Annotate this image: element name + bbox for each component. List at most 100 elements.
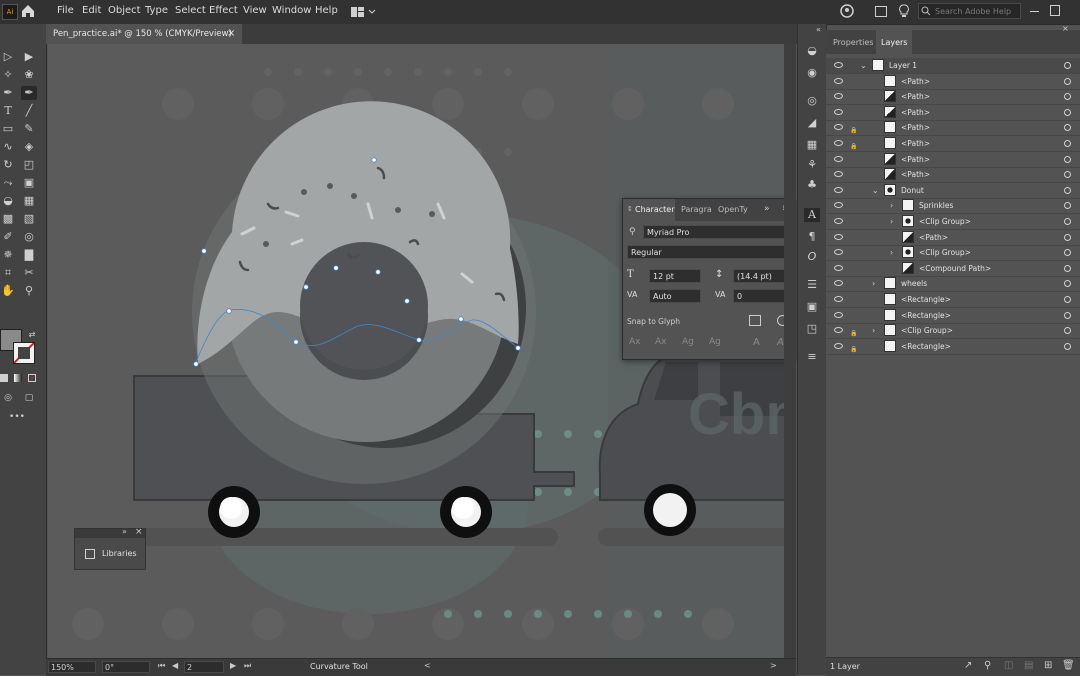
- delete-layer-icon[interactable]: 🗑: [1062, 660, 1075, 671]
- target-circle-icon[interactable]: [1064, 342, 1071, 350]
- menu-file[interactable]: File: [57, 5, 74, 16]
- visibility-eye-icon[interactable]: [834, 93, 843, 100]
- target-circle-icon[interactable]: [1064, 218, 1071, 225]
- anchor-point-icon[interactable]: A: [777, 337, 784, 348]
- visibility-eye-icon[interactable]: [834, 311, 843, 318]
- close-panel-icon[interactable]: ×: [135, 527, 143, 537]
- xheight-snap-icon[interactable]: Ax: [655, 337, 666, 347]
- document-tab[interactable]: Pen_practice.ai* @ 150 % (CMYK/Preview) …: [46, 24, 243, 44]
- visibility-eye-icon[interactable]: [834, 202, 843, 209]
- swatches-panel-icon[interactable]: ▦: [804, 138, 820, 152]
- workspace-icon[interactable]: [875, 6, 887, 17]
- libraries-panel[interactable]: » × Libraries: [74, 527, 146, 570]
- visibility-eye-icon[interactable]: [834, 124, 843, 131]
- screen-mode-icon[interactable]: ▢: [21, 391, 37, 405]
- rotate-tool-icon[interactable]: ↻: [0, 158, 16, 172]
- rotation-field[interactable]: 0°: [102, 661, 150, 673]
- symbol-sprayer-icon[interactable]: ✵: [0, 248, 16, 262]
- none-mode-icon[interactable]: [28, 374, 36, 382]
- tab-character[interactable]: Character: [635, 205, 675, 214]
- zoom-field[interactable]: 150%: [48, 661, 96, 673]
- graphic-styles-icon[interactable]: ◢: [804, 116, 820, 130]
- layer-row[interactable]: <Path>: [826, 105, 1080, 121]
- scale-tool-icon[interactable]: ◰: [21, 158, 37, 172]
- lock-icon[interactable]: 🔒: [850, 326, 857, 337]
- paragraph-panel-icon[interactable]: ¶: [804, 230, 820, 244]
- free-transform-icon[interactable]: ▣: [21, 176, 37, 190]
- glyph-bounds-snap-icon[interactable]: Ag: [682, 337, 694, 347]
- visibility-eye-icon[interactable]: [834, 155, 843, 162]
- character-panel-icon[interactable]: A: [804, 208, 820, 222]
- layer-row[interactable]: 🔒 <Rectangle>: [826, 339, 1080, 355]
- rectangle-tool-icon[interactable]: ▭: [0, 122, 16, 136]
- kerning-field[interactable]: Auto: [649, 289, 701, 303]
- clip-mask-icon[interactable]: ◫: [1004, 660, 1013, 671]
- selection-tool-icon[interactable]: ▷: [0, 50, 16, 64]
- color-panel-icon[interactable]: ◒: [804, 44, 820, 58]
- tab-opentype[interactable]: OpenType: [718, 205, 748, 214]
- lock-icon[interactable]: 🔒: [850, 123, 857, 134]
- target-circle-icon[interactable]: [1064, 93, 1071, 101]
- target-circle-icon[interactable]: [1064, 140, 1071, 147]
- target-circle-icon[interactable]: [1064, 249, 1071, 257]
- target-circle-icon[interactable]: [1064, 124, 1071, 132]
- hand-tool-icon[interactable]: ✋: [0, 284, 16, 298]
- minimize-icon[interactable]: [1030, 11, 1039, 12]
- user-icon[interactable]: [840, 4, 856, 20]
- pen-tool-icon[interactable]: ✒: [0, 86, 16, 100]
- artboard-tool-icon[interactable]: ⌗: [0, 266, 16, 280]
- prev-artboard-icon[interactable]: ◀: [172, 661, 178, 670]
- pathfinder-panel-icon[interactable]: ▣: [804, 300, 820, 314]
- mesh-tool-icon[interactable]: ▩: [0, 212, 16, 226]
- visibility-eye-icon[interactable]: [834, 218, 843, 224]
- close-tab-icon[interactable]: ×: [227, 28, 235, 39]
- expand-layer-icon[interactable]: ›: [872, 276, 875, 291]
- visibility-eye-icon[interactable]: [834, 280, 843, 287]
- target-circle-icon[interactable]: [1064, 202, 1071, 210]
- layer-row[interactable]: <Rectangle>: [826, 308, 1080, 324]
- target-circle-icon[interactable]: [1064, 280, 1071, 288]
- menu-select[interactable]: Select: [175, 5, 206, 16]
- lasso-icon[interactable]: ❀: [21, 68, 37, 82]
- menu-edit[interactable]: Edit: [82, 5, 101, 16]
- last-artboard-icon[interactable]: ⏭: [244, 661, 251, 671]
- layer-row[interactable]: <Rectangle>: [826, 292, 1080, 308]
- layer-row[interactable]: › <Clip Group>: [826, 245, 1080, 262]
- new-layer-icon[interactable]: ⊞: [1044, 660, 1052, 671]
- eyedropper-icon[interactable]: ✐: [0, 230, 16, 244]
- close-layers-icon[interactable]: ×: [1062, 24, 1069, 33]
- font-size-field[interactable]: 12 pt: [649, 269, 701, 283]
- menu-type[interactable]: Type: [145, 5, 168, 16]
- layers-panel-icon[interactable]: ≡: [804, 350, 820, 364]
- visibility-eye-icon[interactable]: [834, 233, 843, 240]
- target-circle-icon[interactable]: [1064, 327, 1071, 335]
- shaper-tool-icon[interactable]: ∿: [0, 140, 16, 154]
- lock-icon[interactable]: 🔒: [850, 139, 857, 150]
- tab-properties[interactable]: Properties: [833, 38, 873, 47]
- lock-icon[interactable]: 🔒: [850, 342, 857, 353]
- scroll-left-icon[interactable]: <: [424, 661, 431, 670]
- locate-object-icon[interactable]: ⚲: [984, 660, 991, 671]
- layer-row[interactable]: › Sprinkles: [826, 198, 1080, 215]
- current-tool-label[interactable]: Curvature Tool: [310, 662, 368, 671]
- target-circle-icon[interactable]: [1064, 296, 1071, 303]
- tracking-field[interactable]: 0: [733, 289, 789, 303]
- new-sublayer-icon[interactable]: ▤: [1024, 660, 1033, 671]
- paintbrush-icon[interactable]: ✎: [21, 122, 37, 136]
- appearance-panel-icon[interactable]: ◎: [804, 94, 820, 108]
- font-family-field[interactable]: Myriad Pro: [643, 225, 789, 239]
- visibility-eye-icon[interactable]: [834, 327, 843, 334]
- zoom-tool-icon[interactable]: ⚲: [21, 284, 37, 298]
- baseline-snap-icon[interactable]: Ax: [629, 337, 640, 347]
- tab-layers[interactable]: Layers: [876, 30, 912, 54]
- target-circle-icon[interactable]: [1064, 108, 1071, 116]
- color-guide-icon[interactable]: ◉: [804, 66, 820, 80]
- collapse-dock-icon[interactable]: «: [816, 25, 821, 34]
- layer-row[interactable]: <Path>: [826, 74, 1080, 90]
- font-style-field[interactable]: Regular: [627, 245, 789, 259]
- layer-row[interactable]: ⌄ Layer 1: [826, 58, 1080, 74]
- target-circle-icon[interactable]: [1064, 311, 1071, 319]
- eraser-icon[interactable]: ◈: [21, 140, 37, 154]
- visibility-eye-icon[interactable]: [834, 62, 843, 68]
- vertical-scrollbar[interactable]: [784, 44, 796, 658]
